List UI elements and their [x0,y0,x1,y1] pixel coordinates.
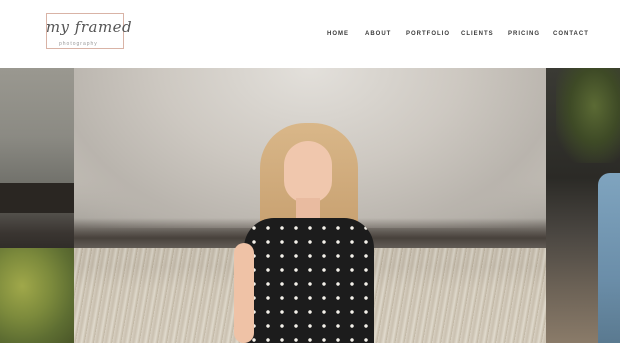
portrait-subject [234,123,394,343]
slide-next-person [598,173,620,343]
hero-slider[interactable] [0,68,620,343]
slide-next[interactable] [546,68,620,343]
slide-previous-bush [0,248,74,343]
main-nav: HOME ABOUT PORTFOLIO CLIENTS PRICING CON… [0,31,620,41]
subject-arm [234,243,254,343]
nav-contact[interactable]: CONTACT [553,31,589,37]
site-header: my framed photography HOME ABOUT PORTFOL… [0,0,620,68]
nav-about[interactable]: ABOUT [365,31,391,37]
nav-pricing[interactable]: PRICING [508,31,540,37]
slide-previous[interactable] [0,68,74,343]
subject-neck [296,198,320,220]
subject-face [284,141,332,203]
subject-dress [244,218,374,343]
slide-next-foliage [556,68,620,163]
nav-home[interactable]: HOME [327,31,349,37]
nav-portfolio[interactable]: PORTFOLIO [406,31,450,37]
slide-previous-rock [0,183,74,213]
nav-clients[interactable]: CLIENTS [461,31,494,37]
logo-subtitle: photography [59,41,98,47]
slide-current[interactable] [74,68,546,343]
